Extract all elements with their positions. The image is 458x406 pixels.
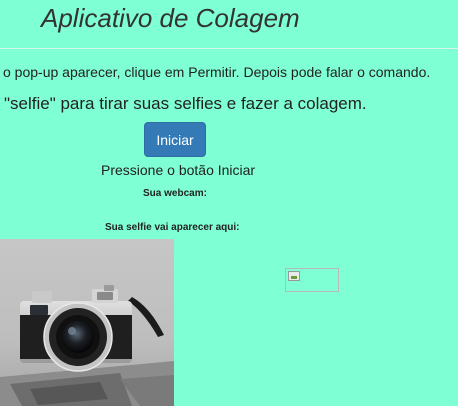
start-button[interactable]: Iniciar bbox=[144, 122, 206, 157]
command-instructions: "selfie" para tirar suas selfies e fazer… bbox=[4, 94, 367, 113]
camera-illustration bbox=[0, 239, 174, 406]
webcam-label: Sua webcam: bbox=[143, 188, 207, 199]
page-title: Aplicativo de Colagem bbox=[41, 3, 300, 33]
start-hint: Pressione o botão Iniciar bbox=[101, 162, 256, 178]
broken-image-icon bbox=[288, 271, 300, 281]
divider bbox=[0, 48, 458, 49]
selfie-label: Sua selfie vai aparecer aqui: bbox=[105, 222, 240, 233]
webcam-camera-photo bbox=[0, 239, 174, 406]
selfie-placeholder-image bbox=[285, 268, 339, 292]
permission-instructions: o pop-up aparecer, clique em Permitir. D… bbox=[3, 64, 431, 80]
page: Aplicativo de Colagem o pop-up aparecer,… bbox=[0, 0, 458, 406]
